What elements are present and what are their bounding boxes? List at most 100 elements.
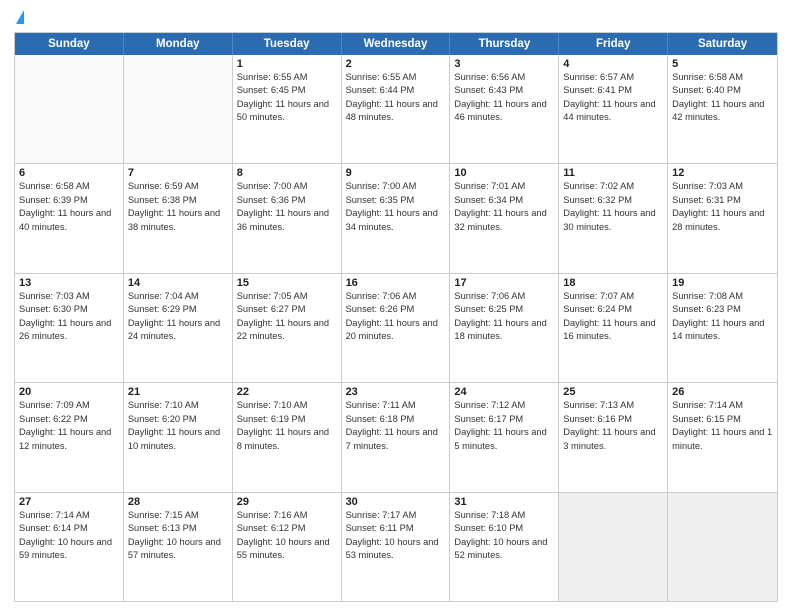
calendar-cell: 21Sunrise: 7:10 AM Sunset: 6:20 PM Dayli… — [124, 383, 233, 491]
calendar-week: 13Sunrise: 7:03 AM Sunset: 6:30 PM Dayli… — [15, 274, 777, 383]
calendar-cell: 19Sunrise: 7:08 AM Sunset: 6:23 PM Dayli… — [668, 274, 777, 382]
day-number: 2 — [346, 58, 446, 70]
calendar-cell — [15, 55, 124, 163]
day-number: 14 — [128, 277, 228, 289]
calendar-cell — [124, 55, 233, 163]
day-number: 18 — [563, 277, 663, 289]
calendar-week: 27Sunrise: 7:14 AM Sunset: 6:14 PM Dayli… — [15, 493, 777, 601]
day-number: 24 — [454, 386, 554, 398]
day-number: 6 — [19, 167, 119, 179]
weekday-header: Friday — [559, 33, 668, 55]
day-number: 4 — [563, 58, 663, 70]
calendar-cell: 27Sunrise: 7:14 AM Sunset: 6:14 PM Dayli… — [15, 493, 124, 601]
weekday-header: Wednesday — [342, 33, 451, 55]
calendar-cell: 16Sunrise: 7:06 AM Sunset: 6:26 PM Dayli… — [342, 274, 451, 382]
header — [14, 10, 778, 26]
day-info: Sunrise: 7:07 AM Sunset: 6:24 PM Dayligh… — [563, 290, 663, 344]
day-info: Sunrise: 6:57 AM Sunset: 6:41 PM Dayligh… — [563, 71, 663, 125]
calendar-cell: 28Sunrise: 7:15 AM Sunset: 6:13 PM Dayli… — [124, 493, 233, 601]
day-number: 8 — [237, 167, 337, 179]
day-info: Sunrise: 7:04 AM Sunset: 6:29 PM Dayligh… — [128, 290, 228, 344]
calendar-cell: 14Sunrise: 7:04 AM Sunset: 6:29 PM Dayli… — [124, 274, 233, 382]
day-info: Sunrise: 6:58 AM Sunset: 6:40 PM Dayligh… — [672, 71, 773, 125]
day-info: Sunrise: 7:03 AM Sunset: 6:30 PM Dayligh… — [19, 290, 119, 344]
day-info: Sunrise: 7:01 AM Sunset: 6:34 PM Dayligh… — [454, 180, 554, 234]
calendar: SundayMondayTuesdayWednesdayThursdayFrid… — [14, 32, 778, 602]
day-info: Sunrise: 6:58 AM Sunset: 6:39 PM Dayligh… — [19, 180, 119, 234]
day-info: Sunrise: 7:09 AM Sunset: 6:22 PM Dayligh… — [19, 399, 119, 453]
calendar-cell: 26Sunrise: 7:14 AM Sunset: 6:15 PM Dayli… — [668, 383, 777, 491]
day-number: 19 — [672, 277, 773, 289]
calendar-cell — [668, 493, 777, 601]
day-number: 10 — [454, 167, 554, 179]
day-number: 20 — [19, 386, 119, 398]
day-number: 7 — [128, 167, 228, 179]
calendar-cell: 6Sunrise: 6:58 AM Sunset: 6:39 PM Daylig… — [15, 164, 124, 272]
page: SundayMondayTuesdayWednesdayThursdayFrid… — [0, 0, 792, 612]
day-info: Sunrise: 7:00 AM Sunset: 6:36 PM Dayligh… — [237, 180, 337, 234]
day-number: 30 — [346, 496, 446, 508]
calendar-cell: 10Sunrise: 7:01 AM Sunset: 6:34 PM Dayli… — [450, 164, 559, 272]
calendar-cell: 7Sunrise: 6:59 AM Sunset: 6:38 PM Daylig… — [124, 164, 233, 272]
calendar-cell: 24Sunrise: 7:12 AM Sunset: 6:17 PM Dayli… — [450, 383, 559, 491]
calendar-body: 1Sunrise: 6:55 AM Sunset: 6:45 PM Daylig… — [15, 55, 777, 601]
day-info: Sunrise: 6:55 AM Sunset: 6:45 PM Dayligh… — [237, 71, 337, 125]
day-number: 26 — [672, 386, 773, 398]
calendar-cell: 17Sunrise: 7:06 AM Sunset: 6:25 PM Dayli… — [450, 274, 559, 382]
weekday-header: Monday — [124, 33, 233, 55]
day-number: 5 — [672, 58, 773, 70]
calendar-cell: 13Sunrise: 7:03 AM Sunset: 6:30 PM Dayli… — [15, 274, 124, 382]
calendar-cell: 11Sunrise: 7:02 AM Sunset: 6:32 PM Dayli… — [559, 164, 668, 272]
calendar-cell: 29Sunrise: 7:16 AM Sunset: 6:12 PM Dayli… — [233, 493, 342, 601]
calendar-week: 1Sunrise: 6:55 AM Sunset: 6:45 PM Daylig… — [15, 55, 777, 164]
day-info: Sunrise: 6:59 AM Sunset: 6:38 PM Dayligh… — [128, 180, 228, 234]
day-info: Sunrise: 7:13 AM Sunset: 6:16 PM Dayligh… — [563, 399, 663, 453]
day-info: Sunrise: 7:14 AM Sunset: 6:14 PM Dayligh… — [19, 509, 119, 563]
day-info: Sunrise: 7:11 AM Sunset: 6:18 PM Dayligh… — [346, 399, 446, 453]
logo — [14, 10, 24, 26]
day-info: Sunrise: 7:10 AM Sunset: 6:20 PM Dayligh… — [128, 399, 228, 453]
day-info: Sunrise: 7:14 AM Sunset: 6:15 PM Dayligh… — [672, 399, 773, 453]
day-number: 27 — [19, 496, 119, 508]
calendar-cell: 20Sunrise: 7:09 AM Sunset: 6:22 PM Dayli… — [15, 383, 124, 491]
day-info: Sunrise: 7:05 AM Sunset: 6:27 PM Dayligh… — [237, 290, 337, 344]
calendar-cell: 1Sunrise: 6:55 AM Sunset: 6:45 PM Daylig… — [233, 55, 342, 163]
day-info: Sunrise: 7:10 AM Sunset: 6:19 PM Dayligh… — [237, 399, 337, 453]
logo-triangle-icon — [16, 10, 24, 24]
day-number: 21 — [128, 386, 228, 398]
day-info: Sunrise: 6:55 AM Sunset: 6:44 PM Dayligh… — [346, 71, 446, 125]
day-info: Sunrise: 7:06 AM Sunset: 6:26 PM Dayligh… — [346, 290, 446, 344]
weekday-header: Tuesday — [233, 33, 342, 55]
calendar-cell: 8Sunrise: 7:00 AM Sunset: 6:36 PM Daylig… — [233, 164, 342, 272]
day-info: Sunrise: 6:56 AM Sunset: 6:43 PM Dayligh… — [454, 71, 554, 125]
day-number: 25 — [563, 386, 663, 398]
day-info: Sunrise: 7:18 AM Sunset: 6:10 PM Dayligh… — [454, 509, 554, 563]
calendar-cell — [559, 493, 668, 601]
calendar-cell: 12Sunrise: 7:03 AM Sunset: 6:31 PM Dayli… — [668, 164, 777, 272]
day-number: 12 — [672, 167, 773, 179]
calendar-cell: 5Sunrise: 6:58 AM Sunset: 6:40 PM Daylig… — [668, 55, 777, 163]
calendar-header-row: SundayMondayTuesdayWednesdayThursdayFrid… — [15, 33, 777, 55]
day-number: 31 — [454, 496, 554, 508]
day-number: 1 — [237, 58, 337, 70]
day-info: Sunrise: 7:12 AM Sunset: 6:17 PM Dayligh… — [454, 399, 554, 453]
calendar-cell: 25Sunrise: 7:13 AM Sunset: 6:16 PM Dayli… — [559, 383, 668, 491]
calendar-cell: 18Sunrise: 7:07 AM Sunset: 6:24 PM Dayli… — [559, 274, 668, 382]
calendar-cell: 15Sunrise: 7:05 AM Sunset: 6:27 PM Dayli… — [233, 274, 342, 382]
day-info: Sunrise: 7:02 AM Sunset: 6:32 PM Dayligh… — [563, 180, 663, 234]
day-number: 17 — [454, 277, 554, 289]
day-number: 9 — [346, 167, 446, 179]
calendar-week: 6Sunrise: 6:58 AM Sunset: 6:39 PM Daylig… — [15, 164, 777, 273]
calendar-cell: 31Sunrise: 7:18 AM Sunset: 6:10 PM Dayli… — [450, 493, 559, 601]
day-number: 15 — [237, 277, 337, 289]
calendar-cell: 9Sunrise: 7:00 AM Sunset: 6:35 PM Daylig… — [342, 164, 451, 272]
day-info: Sunrise: 7:03 AM Sunset: 6:31 PM Dayligh… — [672, 180, 773, 234]
weekday-header: Sunday — [15, 33, 124, 55]
day-info: Sunrise: 7:16 AM Sunset: 6:12 PM Dayligh… — [237, 509, 337, 563]
weekday-header: Thursday — [450, 33, 559, 55]
day-info: Sunrise: 7:00 AM Sunset: 6:35 PM Dayligh… — [346, 180, 446, 234]
weekday-header: Saturday — [668, 33, 777, 55]
day-number: 29 — [237, 496, 337, 508]
day-info: Sunrise: 7:08 AM Sunset: 6:23 PM Dayligh… — [672, 290, 773, 344]
day-number: 11 — [563, 167, 663, 179]
